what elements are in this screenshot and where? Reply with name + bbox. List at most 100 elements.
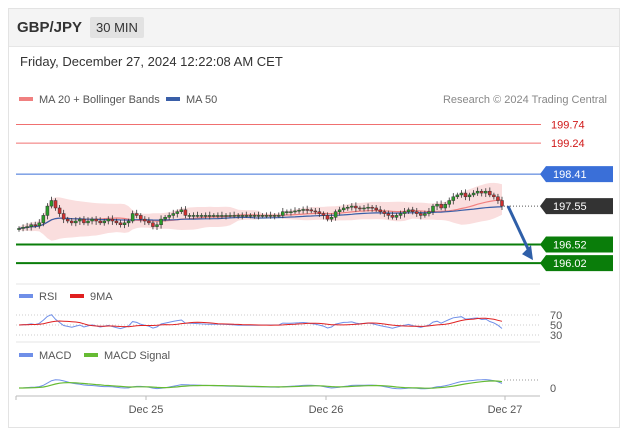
credit-label: Research © 2024 Trading Central bbox=[443, 94, 607, 106]
forecast-arrow bbox=[506, 205, 532, 254]
candle bbox=[317, 211, 322, 214]
candle bbox=[321, 213, 326, 216]
candle bbox=[354, 205, 358, 209]
candle bbox=[118, 222, 123, 225]
candle bbox=[475, 190, 480, 194]
rsi-line bbox=[18, 314, 503, 330]
rsi-ma-line bbox=[18, 317, 503, 328]
candle bbox=[431, 205, 435, 212]
candle bbox=[366, 206, 370, 209]
x-tick-label: Dec 26 bbox=[309, 404, 344, 416]
candle bbox=[260, 215, 265, 217]
candle bbox=[53, 200, 58, 209]
candle bbox=[191, 215, 196, 217]
candle bbox=[455, 194, 460, 198]
candle bbox=[126, 220, 131, 224]
candle bbox=[122, 222, 127, 225]
candle bbox=[65, 218, 70, 222]
candle bbox=[57, 207, 62, 214]
candle bbox=[33, 224, 37, 227]
macd-panel: 0 bbox=[18, 379, 556, 395]
ma50-legend-swatch bbox=[166, 97, 180, 101]
macd-signal-legend-swatch bbox=[84, 353, 98, 357]
candle bbox=[451, 196, 456, 201]
candle bbox=[167, 215, 171, 218]
candle bbox=[471, 192, 476, 196]
candle bbox=[98, 220, 102, 224]
price-panel: 199.74 199.24 198.41 197.55 196.52 196.02 bbox=[16, 120, 613, 272]
candle bbox=[443, 203, 447, 209]
candle bbox=[143, 218, 147, 222]
candle bbox=[439, 203, 443, 209]
candle bbox=[61, 213, 66, 220]
candle bbox=[415, 211, 419, 214]
candle bbox=[374, 207, 378, 211]
macd-legend: MACD MACD Signal bbox=[19, 350, 170, 362]
candle bbox=[500, 200, 504, 207]
candle bbox=[114, 220, 119, 224]
candle bbox=[370, 206, 374, 209]
candle bbox=[313, 210, 318, 213]
candle bbox=[86, 220, 90, 224]
x-tick-label: Dec 27 bbox=[488, 404, 523, 416]
candle bbox=[151, 222, 155, 227]
candle bbox=[82, 218, 86, 224]
candle bbox=[195, 215, 200, 217]
candle bbox=[139, 215, 143, 220]
candle bbox=[410, 209, 415, 212]
candle bbox=[350, 205, 354, 208]
candle bbox=[203, 215, 208, 217]
chart-canvas: MA 20 + Bollinger Bands MA 50 Research ©… bbox=[15, 94, 613, 416]
candle bbox=[394, 215, 399, 218]
candle bbox=[285, 211, 289, 213]
candle bbox=[175, 211, 180, 214]
rsi-level-label: 30 bbox=[550, 330, 562, 342]
candle bbox=[402, 211, 407, 214]
macd-signal-legend-label: MACD Signal bbox=[104, 350, 170, 362]
candle bbox=[94, 218, 98, 222]
candle bbox=[212, 215, 216, 217]
candle bbox=[244, 215, 249, 217]
candle bbox=[268, 215, 273, 217]
candle bbox=[163, 217, 167, 220]
ma20-legend-swatch bbox=[19, 97, 33, 101]
candle bbox=[301, 209, 305, 211]
candle bbox=[147, 220, 151, 224]
candle bbox=[281, 211, 285, 216]
candle bbox=[435, 203, 439, 207]
candle bbox=[277, 215, 281, 217]
rsi-ma-legend-swatch bbox=[70, 294, 84, 298]
candle bbox=[102, 220, 106, 224]
candle bbox=[78, 218, 82, 222]
candle bbox=[70, 220, 74, 224]
candle bbox=[337, 209, 342, 212]
candle bbox=[293, 210, 297, 213]
candle bbox=[159, 218, 163, 225]
candle bbox=[171, 213, 175, 216]
candle bbox=[329, 217, 334, 220]
last-price-label: 197.55 bbox=[553, 201, 587, 213]
candle bbox=[49, 200, 54, 207]
resistance-level-label: 199.24 bbox=[551, 138, 585, 150]
rsi-legend-label: RSI bbox=[39, 291, 57, 303]
candle bbox=[419, 213, 423, 216]
ma50-legend-label: MA 50 bbox=[186, 94, 217, 106]
candle bbox=[240, 215, 244, 217]
candle bbox=[325, 215, 330, 220]
candle bbox=[309, 209, 313, 212]
candle bbox=[155, 224, 159, 227]
candle bbox=[272, 215, 277, 217]
candle bbox=[362, 207, 366, 210]
rsi-legend: RSI 9MA bbox=[19, 291, 113, 303]
macd-zero-label: 0 bbox=[550, 383, 556, 395]
candle bbox=[179, 209, 184, 212]
candle bbox=[346, 206, 350, 209]
candle bbox=[479, 190, 484, 194]
candle bbox=[25, 226, 29, 228]
macd-legend-label: MACD bbox=[39, 350, 71, 362]
support-level-label: 196.02 bbox=[553, 258, 587, 270]
candle bbox=[382, 211, 387, 214]
rsi-ma-legend-label: 9MA bbox=[90, 291, 113, 303]
candle bbox=[463, 192, 468, 198]
candle bbox=[406, 209, 411, 212]
